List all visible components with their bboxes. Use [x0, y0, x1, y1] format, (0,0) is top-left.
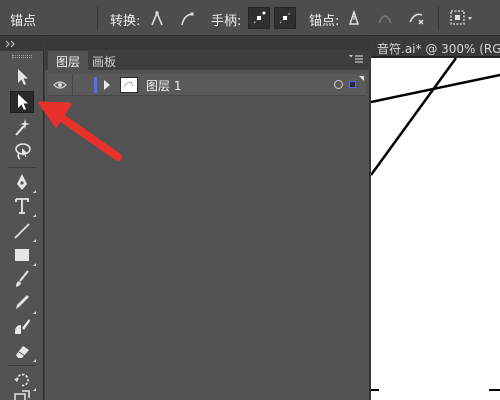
select-dropdown-icon [450, 10, 472, 25]
direct-selection-arrow-icon [18, 94, 28, 110]
scale-tool[interactable] [10, 387, 34, 400]
handles-icon [253, 11, 266, 24]
selected-art-indicator [359, 76, 364, 81]
eraser-icon [16, 346, 29, 358]
scale-icon [14, 390, 30, 400]
selection-arrow-icon [18, 69, 28, 85]
collapse-panel-icon [5, 40, 15, 48]
magic-wand-icon [15, 119, 30, 136]
visibility-eye-icon[interactable] [53, 79, 67, 91]
paintbrush-tool[interactable] [10, 268, 34, 290]
tool-flyout-indicator [33, 214, 36, 217]
show-handles-button[interactable] [248, 7, 270, 29]
tab-artboards[interactable]: 画板 [84, 51, 124, 70]
eraser-tool[interactable] [10, 340, 36, 362]
tools-divider [8, 365, 36, 366]
isolate-selection-button[interactable] [448, 7, 476, 29]
connect-path-icon [378, 15, 392, 24]
tool-flyout-indicator [33, 311, 36, 314]
document-tab[interactable]: 音符.ai* @ 300% (RG [371, 37, 500, 57]
handles-hidden-icon [279, 12, 291, 24]
tool-flyout-indicator [33, 359, 36, 362]
hide-handles-button[interactable] [274, 7, 296, 29]
pen-remove-icon [348, 9, 360, 25]
layer-target-icon[interactable] [334, 80, 343, 89]
tools-panel-header[interactable] [0, 37, 44, 51]
tools-panel [0, 37, 44, 400]
pencil-icon [16, 295, 29, 309]
artboard-canvas[interactable] [371, 58, 500, 400]
layer-color-bar [94, 77, 97, 93]
layer-name[interactable]: 图层 1 [146, 77, 181, 94]
lasso-icon [15, 143, 31, 160]
tool-flyout-indicator [33, 190, 36, 193]
tool-flyout-indicator [33, 263, 36, 266]
layer-thumbnail [120, 77, 138, 93]
artwork-paths [371, 58, 500, 391]
paintbrush-icon [16, 270, 29, 287]
convert-label: 转换: [110, 14, 141, 29]
control-bar-divider [438, 6, 439, 30]
control-bar: 锚点 转换: 手柄: 锚点: [0, 0, 500, 36]
control-bar-divider [97, 6, 98, 30]
document-window: 音符.ai* @ 300% (RG [371, 37, 500, 400]
selection-tool[interactable] [10, 66, 34, 88]
layer-row[interactable]: 图层 1 [48, 74, 366, 96]
direct-selection-tool[interactable] [10, 91, 34, 113]
rectangle-icon [15, 249, 29, 261]
line-segment-icon [14, 223, 30, 239]
convert-to-corner-button[interactable] [146, 7, 168, 29]
document-title: 音符.ai* @ 300% (RG [377, 42, 500, 56]
layers-panel-header[interactable] [45, 37, 370, 50]
remove-anchor-button[interactable] [343, 7, 365, 29]
lasso-tool[interactable] [10, 140, 34, 162]
rectangle-tool[interactable] [10, 244, 36, 266]
connect-anchor-button[interactable] [374, 7, 396, 29]
convert-to-smooth-button[interactable] [176, 7, 198, 29]
tools-divider [8, 167, 36, 168]
anchor-points-label: 锚点: [309, 14, 340, 29]
line-tool[interactable] [10, 220, 36, 242]
layer-thumbnail-art [123, 81, 134, 88]
tab-layers[interactable]: 图层 [48, 51, 89, 70]
pen-nib-icon [17, 174, 27, 190]
selection-indicator[interactable] [349, 81, 356, 88]
tool-flyout-indicator [33, 239, 36, 242]
type-t-icon [15, 198, 29, 214]
panel-menu-icon[interactable] [349, 54, 363, 64]
lock-column[interactable] [72, 74, 73, 96]
layers-panel: 图层 画板 图层 1 [45, 37, 370, 400]
cut-path-button[interactable] [405, 7, 427, 29]
convert-smooth-icon [181, 12, 194, 26]
expand-triangle-icon[interactable] [104, 80, 110, 90]
convert-corner-icon [151, 10, 163, 26]
magic-wand-tool[interactable] [10, 116, 34, 138]
pencil-tool[interactable] [10, 292, 36, 314]
handle-label: 手柄: [211, 14, 242, 29]
anchor-mode-label: 锚点 [10, 14, 37, 29]
pen-tool[interactable] [10, 171, 36, 193]
blob-brush-icon [15, 319, 30, 334]
blob-brush-tool[interactable] [10, 316, 34, 338]
tools-panel-grip[interactable] [12, 55, 32, 58]
type-tool[interactable] [10, 195, 36, 217]
cut-path-icon [409, 13, 424, 25]
